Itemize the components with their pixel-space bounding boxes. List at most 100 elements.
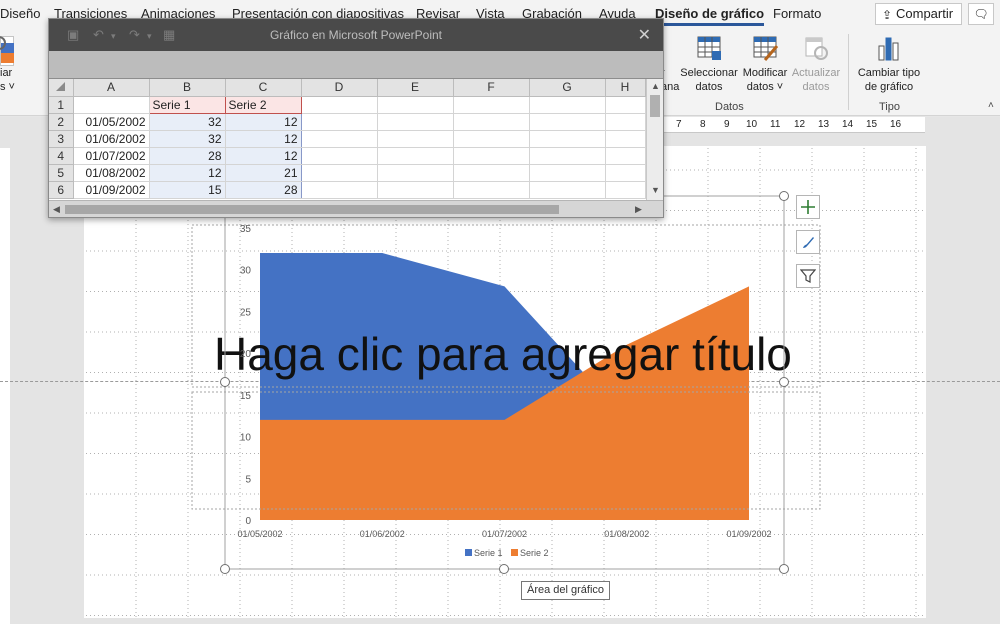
- cell-value[interactable]: 28: [225, 181, 302, 199]
- vertical-scrollbar[interactable]: ▲ ▼: [646, 79, 663, 200]
- chart-elements-button[interactable]: [796, 195, 820, 219]
- scroll-up-icon[interactable]: ▲: [651, 81, 660, 91]
- cell[interactable]: [529, 164, 606, 182]
- legend-swatch: [465, 549, 472, 556]
- cell[interactable]: [453, 147, 530, 165]
- slide-title-placeholder[interactable]: Haga clic para agregar título: [214, 328, 792, 380]
- legend-label: Serie 2: [520, 548, 549, 558]
- column-header[interactable]: E: [377, 79, 454, 97]
- close-icon[interactable]: ✕: [638, 25, 651, 45]
- legend-label: Serie 1: [474, 548, 503, 558]
- cell-value[interactable]: 12: [225, 113, 302, 131]
- cell-value[interactable]: 32: [148, 113, 226, 131]
- column-header[interactable]: D: [301, 79, 378, 97]
- chart-data-window[interactable]: ▣ ↶ ▾ ↷ ▾ ▦ Gráfico en Microsoft PowerPo…: [48, 18, 664, 218]
- cell[interactable]: [377, 164, 454, 182]
- cell[interactable]: [301, 181, 378, 199]
- cell[interactable]: [529, 181, 606, 199]
- column-header[interactable]: B: [149, 79, 226, 97]
- row-header[interactable]: 2: [49, 113, 74, 131]
- plus-icon: [801, 200, 815, 214]
- horizontal-scrollbar[interactable]: ◀ ▶: [49, 200, 663, 217]
- cell[interactable]: [377, 113, 454, 131]
- cell-category[interactable]: 01/05/2002: [73, 113, 150, 131]
- cell[interactable]: [529, 113, 606, 131]
- cell[interactable]: [605, 130, 646, 148]
- scroll-thumb[interactable]: [65, 205, 559, 214]
- cell[interactable]: [605, 113, 646, 131]
- y-tick-label: 5: [245, 474, 251, 485]
- cell[interactable]: [301, 130, 378, 148]
- cell[interactable]: [453, 181, 530, 199]
- cell-value[interactable]: 21: [225, 164, 302, 182]
- column-header[interactable]: F: [453, 79, 530, 97]
- cell[interactable]: [301, 96, 378, 114]
- y-tick-label: 35: [240, 224, 252, 235]
- cell-category[interactable]: 01/06/2002: [73, 130, 150, 148]
- sheet-window-title: Gráfico en Microsoft PowerPoint: [269, 28, 443, 42]
- cell-category[interactable]: 01/08/2002: [73, 164, 150, 182]
- cell[interactable]: [529, 96, 606, 114]
- cell[interactable]: [529, 147, 606, 165]
- cell[interactable]: [301, 164, 378, 182]
- cell[interactable]: [453, 113, 530, 131]
- sheet-grid[interactable]: A B C D E F G H 1 Serie 1 Serie 2 2 01/0…: [49, 79, 663, 217]
- cell[interactable]: [529, 130, 606, 148]
- resize-handle: [779, 377, 789, 387]
- chart-filters-button[interactable]: [796, 264, 820, 288]
- cell-category[interactable]: 01/07/2002: [73, 147, 150, 165]
- cell[interactable]: [301, 147, 378, 165]
- cell-value[interactable]: 28: [148, 147, 226, 165]
- cell-value[interactable]: 12: [225, 147, 302, 165]
- cell[interactable]: [605, 96, 646, 114]
- scroll-right-icon[interactable]: ▶: [635, 204, 642, 215]
- y-tick-label: 0: [245, 516, 251, 527]
- cell[interactable]: [453, 164, 530, 182]
- brush-icon: [803, 237, 814, 248]
- row-header[interactable]: 3: [49, 130, 74, 148]
- resize-handle: [220, 564, 230, 574]
- x-tick-label: 01/07/2002: [482, 529, 527, 539]
- cell[interactable]: [377, 147, 454, 165]
- column-header[interactable]: H: [605, 79, 646, 97]
- chart-legend: Serie 1 Serie 2: [465, 548, 549, 558]
- x-tick-label: 01/06/2002: [360, 529, 405, 539]
- resize-handle: [779, 191, 789, 201]
- cell-category[interactable]: 01/09/2002: [73, 181, 150, 199]
- cell[interactable]: [605, 181, 646, 199]
- cell[interactable]: [377, 96, 454, 114]
- legend-swatch: [511, 549, 518, 556]
- chart-styles-button[interactable]: [796, 230, 820, 254]
- scroll-thumb[interactable]: [650, 95, 660, 117]
- row-header[interactable]: 4: [49, 147, 74, 165]
- cell[interactable]: [377, 130, 454, 148]
- resize-handle: [220, 377, 230, 387]
- scroll-left-icon[interactable]: ◀: [53, 204, 60, 215]
- row-header[interactable]: 6: [49, 181, 74, 199]
- column-header[interactable]: A: [73, 79, 150, 97]
- cell-value[interactable]: 12: [148, 164, 226, 182]
- scroll-down-icon[interactable]: ▼: [651, 185, 660, 195]
- x-tick-label: 01/09/2002: [726, 529, 771, 539]
- cell-series-name[interactable]: Serie 2: [224, 95, 302, 114]
- cell[interactable]: [453, 130, 530, 148]
- column-header[interactable]: C: [225, 79, 302, 97]
- cell[interactable]: [73, 96, 150, 114]
- cell[interactable]: [377, 181, 454, 199]
- formula-bar[interactable]: [49, 51, 663, 79]
- cell-value[interactable]: 12: [225, 130, 302, 148]
- cell[interactable]: [453, 96, 530, 114]
- row-header[interactable]: 5: [49, 164, 74, 182]
- select-all-corner[interactable]: [49, 79, 74, 97]
- y-tick-label: 15: [240, 391, 252, 402]
- cell[interactable]: [605, 147, 646, 165]
- cell-value[interactable]: 15: [148, 181, 226, 199]
- column-header[interactable]: G: [529, 79, 606, 97]
- cell-series-name[interactable]: Serie 1: [148, 95, 226, 114]
- row-header[interactable]: 1: [49, 96, 74, 114]
- resize-handle: [779, 564, 789, 574]
- sheet-title-bar[interactable]: ▣ ↶ ▾ ↷ ▾ ▦ Gráfico en Microsoft PowerPo…: [49, 19, 663, 51]
- cell-value[interactable]: 32: [148, 130, 226, 148]
- cell[interactable]: [605, 164, 646, 182]
- cell[interactable]: [301, 113, 378, 131]
